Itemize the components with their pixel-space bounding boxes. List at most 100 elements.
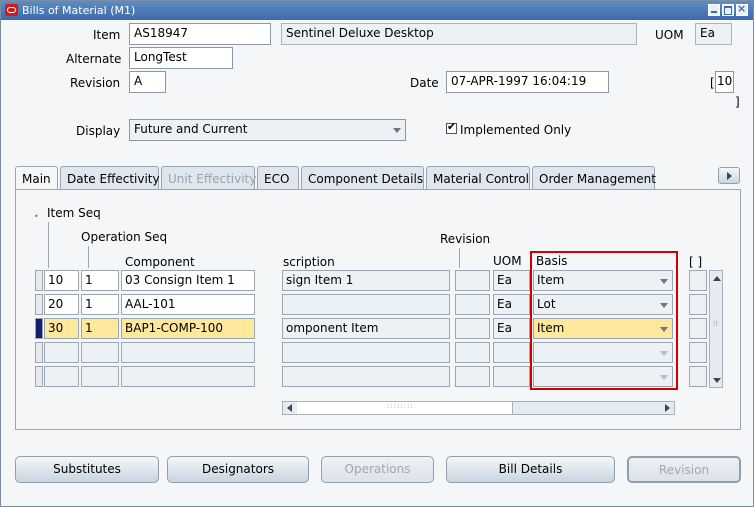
revision-cell (455, 318, 490, 339)
component-header: Component (125, 255, 195, 269)
date-label: Date (410, 76, 439, 90)
uom-cell (493, 366, 530, 387)
horizontal-scrollbar[interactable]: :::::::: (282, 401, 675, 415)
designators-button[interactable]: Designators (167, 456, 309, 483)
revision-field[interactable]: A (129, 71, 166, 93)
bracket-right: ] (735, 95, 740, 109)
description-cell (282, 294, 450, 315)
description-cell: sign Item 1 (282, 270, 450, 291)
header-divider (88, 246, 89, 268)
description-cell (282, 342, 450, 363)
item-seq-cell[interactable] (44, 366, 79, 387)
bill-details-button[interactable]: Bill Details (446, 456, 615, 483)
component-cell[interactable]: BAP1-COMP-100 (121, 318, 255, 339)
scroll-grip-icon: :::::::: (387, 402, 414, 410)
extra-column-header: [ ] (689, 255, 703, 269)
op-seq-cell[interactable]: 1 (81, 318, 119, 339)
chevron-right-icon (727, 172, 732, 180)
item-seq-cell[interactable]: 30 (44, 318, 79, 339)
tab-material-control[interactable]: Material Control (426, 166, 530, 189)
substitutes-button[interactable]: Substitutes (15, 456, 159, 483)
chevron-down-icon (393, 128, 401, 133)
item-field[interactable]: AS18947 (129, 23, 271, 45)
scroll-grip-icon: ⁞⁞ (713, 319, 719, 328)
item-seq-header: Item Seq (47, 206, 101, 220)
tab-scroll-right-button[interactable] (718, 167, 740, 184)
tab-order-management[interactable]: Order Management (532, 166, 656, 189)
component-cell[interactable]: 03 Consign Item 1 (121, 270, 255, 291)
chevron-down-icon[interactable] (713, 378, 721, 383)
item-description-field: Sentinel Deluxe Desktop (281, 23, 637, 45)
chevron-left-icon[interactable] (287, 404, 292, 412)
item-seq-cell[interactable]: 20 (44, 294, 79, 315)
oracle-logo-icon (5, 4, 18, 16)
header-divider (48, 222, 49, 268)
op-seq-cell[interactable] (81, 366, 119, 387)
alternate-field[interactable]: LongTest (129, 47, 233, 69)
operations-button: Operations (321, 456, 434, 483)
title-bar: Bills of Material (M1) × (1, 1, 753, 20)
component-cell[interactable] (121, 366, 255, 387)
row-selector[interactable] (35, 366, 43, 387)
op-seq-cell[interactable]: 1 (81, 294, 119, 315)
uom-cell: Ea (493, 318, 530, 339)
extra-cell[interactable] (689, 366, 707, 387)
op-seq-cell[interactable] (81, 342, 119, 363)
component-cell[interactable]: AAL-101 (121, 294, 255, 315)
uom-cell (493, 342, 530, 363)
extra-cell[interactable] (689, 342, 707, 363)
uom-cell: Ea (493, 294, 530, 315)
checkmark-icon: ✔ (447, 120, 457, 133)
display-label: Display (76, 124, 121, 138)
tab-main[interactable]: Main (15, 166, 58, 190)
item-label: Item (93, 28, 121, 42)
tab-eco[interactable]: ECO (257, 166, 299, 189)
item-seq-cell[interactable] (44, 342, 79, 363)
display-value: Future and Current (134, 122, 248, 136)
tab-component-details[interactable]: Component Details (301, 166, 424, 189)
implemented-only-checkbox[interactable]: ✔ (446, 120, 457, 134)
row-selector[interactable] (35, 270, 43, 291)
uom-field: Ea (695, 23, 732, 45)
vertical-scrollbar[interactable]: ⁞⁞ (709, 270, 723, 388)
minimize-icon[interactable] (708, 4, 720, 16)
chevron-right-icon[interactable] (665, 404, 670, 412)
bracket-field[interactable]: 100 (715, 71, 734, 93)
extra-cell[interactable] (689, 270, 707, 291)
basis-column-highlight (530, 251, 678, 390)
date-field[interactable]: 07-APR-1997 16:04:19 (446, 71, 609, 93)
tab-unit-effectivity: Unit Effectivity (161, 166, 256, 189)
revision-label: Revision (70, 76, 121, 90)
component-cell[interactable] (121, 342, 255, 363)
revision-cell (455, 366, 490, 387)
revision-button: Revision (627, 456, 741, 483)
description-header: scription (283, 255, 335, 269)
display-select[interactable]: Future and Current (129, 119, 406, 141)
item-seq-cell[interactable]: 10 (44, 270, 79, 291)
alternate-label: Alternate (66, 52, 122, 66)
row-selector-current[interactable] (35, 318, 43, 339)
description-cell: omponent Item (282, 318, 450, 339)
implemented-only-label: Implemented Only (460, 123, 572, 137)
uom-label: UOM (655, 28, 684, 42)
close-icon[interactable]: × (736, 2, 748, 16)
header-divider (459, 248, 460, 268)
maximize-icon[interactable] (722, 4, 734, 16)
extra-cell[interactable] (689, 294, 707, 315)
revision-cell (455, 270, 490, 291)
row-selector[interactable] (35, 342, 43, 363)
description-cell (282, 366, 450, 387)
revision-cell (455, 342, 490, 363)
revision-cell (455, 294, 490, 315)
chevron-up-icon[interactable] (713, 276, 721, 281)
uom-header: UOM (493, 254, 522, 268)
bullet-icon: • (34, 212, 39, 221)
row-selector[interactable] (35, 294, 43, 315)
op-seq-cell[interactable]: 1 (81, 270, 119, 291)
extra-cell[interactable] (689, 318, 707, 339)
bracket-left: [ (710, 76, 715, 90)
tab-date-effectivity[interactable]: Date Effectivity (60, 166, 160, 189)
operation-seq-header: Operation Seq (81, 230, 168, 244)
uom-cell: Ea (493, 270, 530, 291)
revision-header: Revision (440, 232, 491, 246)
